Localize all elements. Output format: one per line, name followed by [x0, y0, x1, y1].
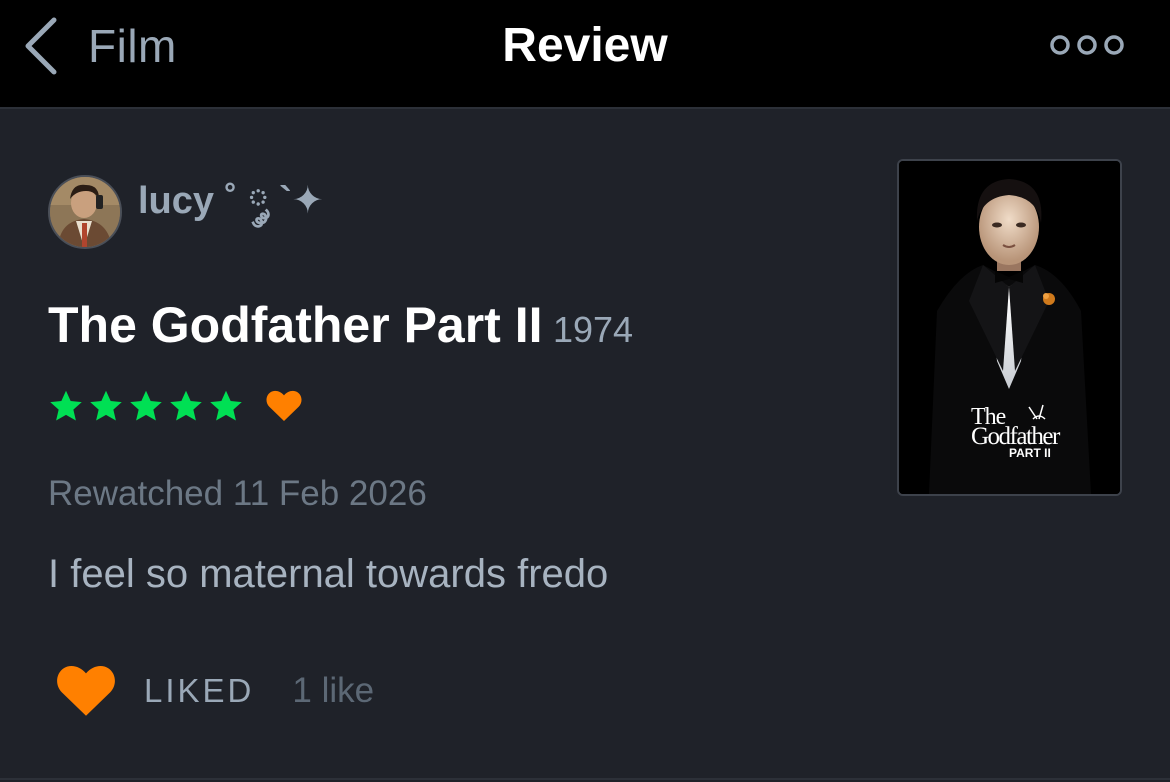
review-screen: Film Review lucy ˚ ༘ `✦ The Godfather Pa… [0, 0, 1170, 782]
film-poster[interactable]: The Godfather PART II [897, 159, 1122, 496]
like-heart-icon[interactable] [56, 665, 116, 717]
divider [0, 778, 1170, 780]
film-heading[interactable]: The Godfather Part II 1974 [48, 296, 633, 354]
more-options-button[interactable] [1048, 30, 1126, 60]
star-icon [168, 388, 204, 424]
liked-heart-icon [266, 390, 302, 422]
review-body: I feel so maternal towards fredo [48, 552, 609, 596]
watch-status: Rewatched 11 Feb 2026 [48, 474, 427, 513]
star-icon [128, 388, 164, 424]
film-year: 1974 [552, 309, 634, 350]
poster-title-line: Godfather [971, 423, 1060, 450]
poster-title: The Godfather PART II [971, 405, 1060, 459]
star-icon [208, 388, 244, 424]
like-row: LIKED 1 like [56, 664, 374, 718]
nav-bar: Film Review [0, 0, 1170, 109]
author-name: lucy ˚ ༘ `✦ [138, 180, 324, 222]
back-label: Film [88, 20, 177, 72]
rating [48, 386, 302, 426]
liked-label[interactable]: LIKED [144, 672, 254, 710]
ellipsis-icon [1048, 35, 1126, 64]
like-count[interactable]: 1 like [292, 671, 374, 711]
review-author[interactable]: lucy ˚ ༘ `✦ [48, 158, 324, 265]
avatar[interactable] [48, 174, 122, 249]
star-icon [48, 388, 84, 424]
star-icon [88, 388, 124, 424]
back-button[interactable]: Film [22, 14, 177, 78]
film-title: The Godfather Part II [48, 297, 543, 353]
chevron-left-icon [22, 16, 58, 76]
